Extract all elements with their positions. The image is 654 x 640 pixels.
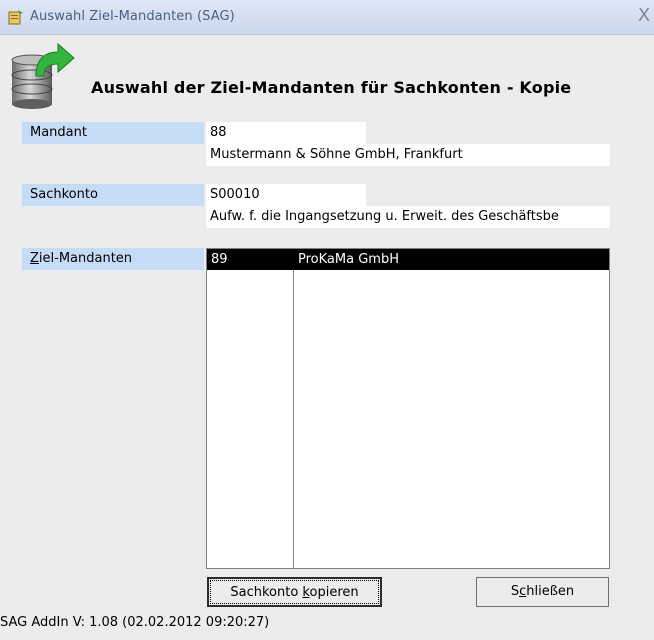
mandant-name-field: Mustermann & Söhne GmbH, Frankfurt [206,144,610,166]
close-button-label-pre: S [510,584,520,599]
ziel-mandanten-list[interactable]: 89 ProKaMa GmbH [206,248,610,569]
list-item-name: ProKaMa GmbH [298,252,399,267]
copy-account-button[interactable]: Sachkonto kopieren [207,577,382,607]
sachkonto-label: Sachkonto [22,184,204,206]
list-item-selected[interactable]: 89 ProKaMa GmbH [207,249,609,270]
title-bar[interactable]: Auswahl Ziel-Mandanten (SAG) X [0,0,654,35]
close-button[interactable]: Schließen [476,577,609,607]
version-status: SAG AddIn V: 1.08 (02.02.2012 09:20:27) [0,615,270,630]
copy-button-label-pre: Sachkonto [230,585,303,600]
list-column-divider [293,249,294,568]
mandant-number-field: 88 [206,122,366,144]
window-title: Auswahl Ziel-Mandanten (SAG) [30,9,235,24]
sachkonto-number-field: S00010 [206,184,366,206]
ziel-mandanten-label-rest: iel-Mandanten [38,251,133,266]
ziel-mandanten-label: Ziel-Mandanten [22,248,204,270]
sachkonto-description-field: Aufw. f. die Ingangsetzung u. Erweit. de… [206,206,610,228]
copy-button-label-post: opieren [309,585,359,600]
app-icon [8,10,23,25]
copy-button-accel: k [302,585,310,600]
close-icon[interactable]: X [634,5,654,27]
mandant-label: Mandant [22,122,204,144]
page-title: Auswahl der Ziel-Mandanten für Sachkonte… [91,78,572,97]
database-icon [11,42,75,109]
close-button-label-post: hließen [526,584,575,599]
ziel-mandanten-accel: Z [30,251,39,266]
list-item-number: 89 [211,252,228,267]
